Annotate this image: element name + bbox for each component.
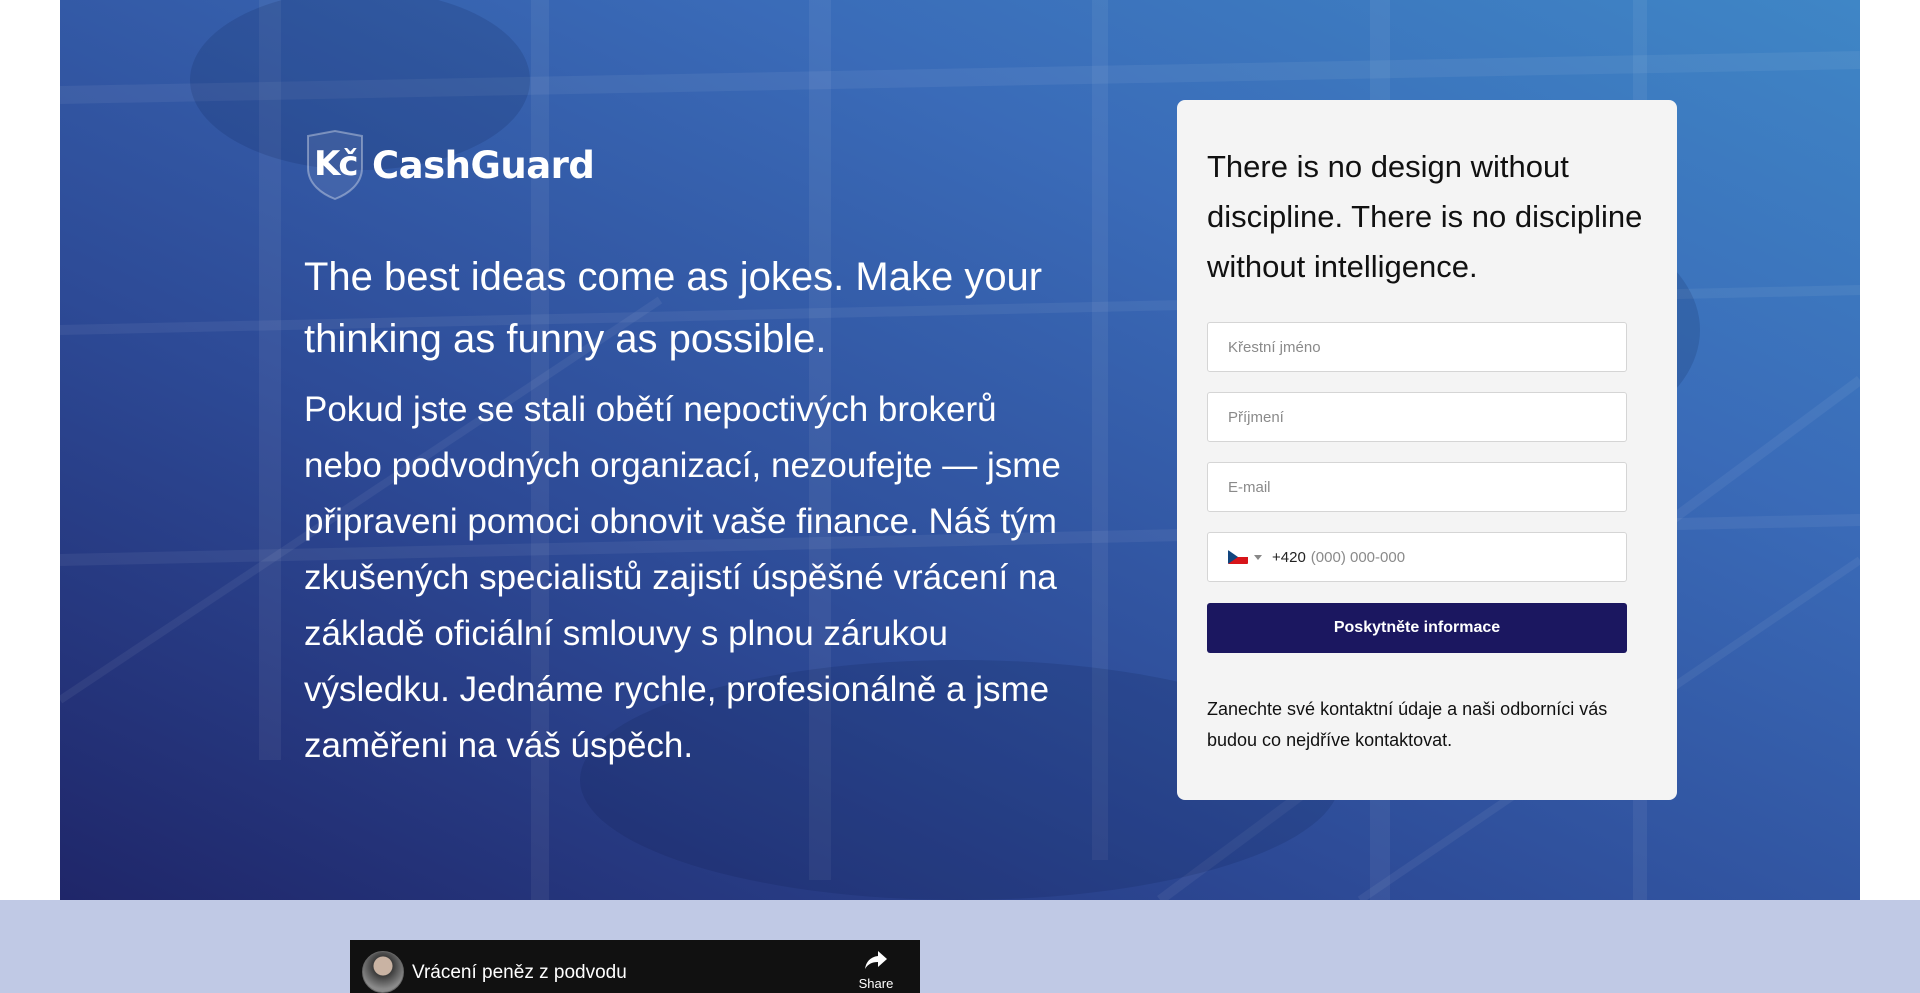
last-name-input[interactable] <box>1207 392 1627 442</box>
share-icon <box>865 951 887 969</box>
video-title[interactable]: Vrácení peněz z podvodu <box>412 962 627 984</box>
share-button[interactable]: Share <box>856 950 896 991</box>
channel-avatar[interactable] <box>362 951 404 993</box>
video-player[interactable]: Vrácení peněz z podvodu Share <box>350 940 920 993</box>
form-title: There is no design without discipline. T… <box>1207 149 1643 284</box>
phone-input[interactable] <box>1310 535 1591 579</box>
hero-description: Pokud jste se stali obětí nepoctivých br… <box>304 390 1061 765</box>
video-section: Vrácení peněz z podvodu Share <box>0 900 1920 993</box>
form-note: Zanechte své kontaktní údaje a naši odbo… <box>1207 699 1608 750</box>
hero-content: Kč CashGuard The best ideas come as joke… <box>304 130 1084 774</box>
cashguard-logo[interactable]: Kč CashGuard <box>304 130 1084 200</box>
first-name-input[interactable] <box>1207 322 1627 372</box>
email-input[interactable] <box>1207 462 1627 512</box>
submit-button[interactable]: Poskytněte informace <box>1207 603 1627 653</box>
hero-section: Kč CashGuard The best ideas come as joke… <box>60 0 1860 900</box>
chevron-down-icon <box>1254 554 1262 560</box>
landing-page: Kč CashGuard The best ideas come as joke… <box>0 0 1920 993</box>
hero-headline: The best ideas come as jokes. Make your … <box>304 255 1043 361</box>
phone-field: +420 <box>1207 532 1627 582</box>
shield-icon: Kč <box>304 130 366 200</box>
share-label: Share <box>858 976 894 991</box>
contact-form-card: There is no design without discipline. T… <box>1177 100 1677 800</box>
czech-flag-icon <box>1228 550 1248 564</box>
logo-mark: Kč <box>314 144 358 184</box>
logo-text: CashGuard <box>372 143 595 187</box>
phone-dial-code: +420 <box>1272 548 1306 566</box>
country-selector[interactable] <box>1208 533 1262 581</box>
